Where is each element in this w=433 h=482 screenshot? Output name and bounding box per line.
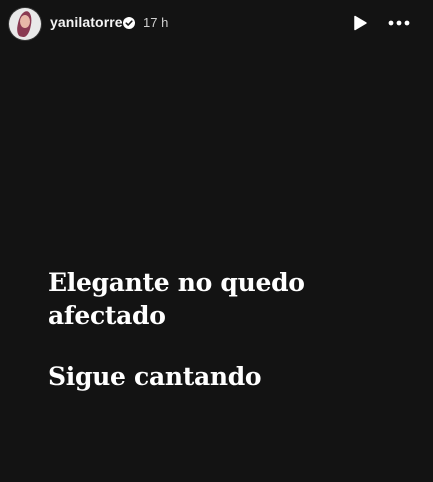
post-time: 17 h: [143, 15, 169, 30]
story-text: Elegante no quedo afectado Sigue cantand…: [48, 266, 408, 393]
avatar-face: [20, 15, 30, 28]
play-icon[interactable]: [350, 13, 370, 33]
username[interactable]: yanilatorre: [50, 14, 123, 30]
story-header: yanilatorre 17 h: [0, 0, 433, 46]
story-line-2: afectado: [48, 301, 166, 330]
avatar[interactable]: [9, 8, 41, 40]
verified-badge-icon: [123, 16, 135, 29]
story-line-3: Sigue cantando: [48, 362, 262, 391]
story-container: yanilatorre 17 h Elegante no quedo afect…: [0, 0, 433, 482]
story-line-gap: [48, 332, 408, 360]
more-options-icon[interactable]: [386, 12, 412, 34]
story-line-1: Elegante no quedo: [48, 268, 305, 297]
